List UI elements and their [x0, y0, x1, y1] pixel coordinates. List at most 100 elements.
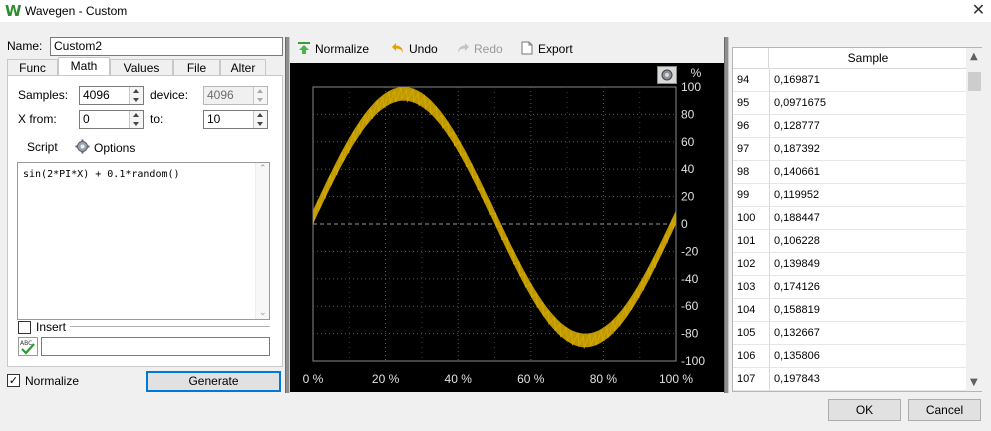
- to-spin-buttons[interactable]: [253, 111, 267, 128]
- xfrom-stepper[interactable]: 0: [79, 110, 144, 129]
- tab-func[interactable]: Func: [7, 59, 58, 76]
- table-row[interactable]: 99 0,119952: [733, 184, 967, 207]
- normalize-checkbox[interactable]: ✓: [7, 374, 20, 387]
- table-row[interactable]: 97 0,187392: [733, 138, 967, 161]
- table-row[interactable]: 101 0,106228: [733, 230, 967, 253]
- normalize-icon: [297, 41, 311, 55]
- table-row[interactable]: 98 0,140661: [733, 161, 967, 184]
- scroll-up-icon[interactable]: ⌃: [259, 164, 267, 174]
- tab-values[interactable]: Values: [110, 59, 173, 76]
- sample-value-cell[interactable]: 0,106228: [769, 230, 967, 253]
- samples-value: 4096: [83, 88, 110, 102]
- samples-spin-buttons[interactable]: [129, 87, 143, 104]
- sample-value-cell[interactable]: 0,119952: [769, 184, 967, 207]
- table-row[interactable]: 104 0,158819: [733, 299, 967, 322]
- samples-table[interactable]: Sample 94 0,169871 95 0,0971675 96 0,128777 97…: [732, 47, 982, 392]
- sample-value-cell[interactable]: 0,187392: [769, 138, 967, 161]
- table-row[interactable]: 103 0,174126: [733, 276, 967, 299]
- table-row[interactable]: 105 0,132667: [733, 322, 967, 345]
- plot-settings-gear-icon[interactable]: [657, 66, 677, 84]
- ok-button[interactable]: OK: [828, 399, 901, 421]
- to-label: to:: [150, 112, 164, 126]
- samples-label: Samples:: [18, 88, 69, 102]
- y-axis-unit-label: %: [691, 66, 702, 80]
- export-icon: [520, 41, 534, 55]
- sample-value-cell[interactable]: 0,169871: [769, 69, 967, 92]
- generate-button[interactable]: Generate: [146, 371, 281, 392]
- gear-icon[interactable]: [75, 139, 90, 154]
- export-tool[interactable]: Export: [520, 41, 573, 59]
- y-tick-label: 100: [681, 80, 701, 94]
- row-divider: [733, 390, 769, 391]
- spellcheck-icon[interactable]: ABC: [18, 337, 38, 356]
- y-tick-label: -20: [681, 244, 699, 258]
- row-index: 99: [737, 189, 750, 201]
- to-value: 10: [207, 112, 221, 126]
- script-tab[interactable]: Script: [27, 139, 58, 155]
- y-tick-label: 0: [681, 217, 688, 231]
- script-editor[interactable]: sin(2*PI*X) + 0.1*random() ⌃ ⌄: [17, 162, 270, 320]
- table-row[interactable]: 100 0,188447: [733, 207, 967, 230]
- xfrom-value: 0: [83, 112, 90, 126]
- sample-value-cell[interactable]: 0,197843: [769, 368, 967, 391]
- row-index: 105: [737, 327, 756, 339]
- table-row[interactable]: 96 0,128777: [733, 115, 967, 138]
- row-header-corner: [733, 48, 769, 69]
- row-index: 97: [737, 143, 750, 155]
- tab-file[interactable]: File: [173, 59, 220, 76]
- table-body: 94 0,169871 95 0,0971675 96 0,128777 97 0,18739…: [733, 69, 967, 391]
- scroll-down-icon[interactable]: ⌄: [259, 308, 267, 318]
- insert-field[interactable]: [41, 337, 270, 356]
- title-bar: W Wavegen - Custom ✕: [0, 0, 991, 22]
- tab-math[interactable]: Math: [58, 57, 110, 76]
- options-tab[interactable]: Options: [94, 140, 135, 156]
- y-tick-label: 60: [681, 135, 695, 149]
- row-index: 104: [737, 304, 756, 316]
- table-row[interactable]: 106 0,135806: [733, 345, 967, 368]
- script-scrollbar[interactable]: ⌃ ⌄: [255, 163, 269, 319]
- scroll-up-icon[interactable]: ▲: [970, 51, 978, 62]
- insert-checkbox[interactable]: [18, 321, 31, 334]
- sample-value-cell[interactable]: 0,139849: [769, 253, 967, 276]
- tab-alter[interactable]: Alter: [220, 59, 266, 76]
- row-index: 107: [737, 373, 756, 385]
- table-row[interactable]: 102 0,139849: [733, 253, 967, 276]
- scroll-down-icon[interactable]: ▼: [970, 377, 978, 388]
- table-row[interactable]: 95 0,0971675: [733, 92, 967, 115]
- wavegen-app-icon: W: [5, 2, 22, 20]
- undo-tool[interactable]: Undo: [391, 41, 438, 59]
- device-spin-buttons: [253, 87, 267, 104]
- row-index: 98: [737, 166, 750, 178]
- right-splitter[interactable]: [724, 37, 729, 393]
- normalize-tool[interactable]: Normalize: [297, 41, 369, 59]
- scrollbar-thumb[interactable]: [968, 72, 981, 91]
- table-row[interactable]: 107 0,197843: [733, 368, 967, 391]
- xfrom-spin-buttons[interactable]: [129, 111, 143, 128]
- table-scrollbar[interactable]: [966, 48, 982, 391]
- sample-value-cell[interactable]: 0,135806: [769, 345, 967, 368]
- table-row[interactable]: 94 0,169871: [733, 69, 967, 92]
- sample-column-header[interactable]: Sample: [769, 48, 967, 69]
- sample-value-cell[interactable]: 0,188447: [769, 207, 967, 230]
- redo-tool-label: Redo: [474, 42, 503, 56]
- sample-value-cell[interactable]: 0,158819: [769, 299, 967, 322]
- sample-value-cell[interactable]: 0,140661: [769, 161, 967, 184]
- sample-value-cell[interactable]: 0,174126: [769, 276, 967, 299]
- sample-value-cell[interactable]: 0,132667: [769, 322, 967, 345]
- cancel-button[interactable]: Cancel: [908, 399, 981, 421]
- sample-value-cell[interactable]: 0,128777: [769, 115, 967, 138]
- samples-stepper[interactable]: 4096: [79, 86, 144, 105]
- sample-value-cell[interactable]: 0,0971675: [769, 92, 967, 115]
- row-index: 106: [737, 350, 756, 362]
- undo-icon: [391, 41, 405, 55]
- waveform-plot[interactable]: 0 % 20 % 40 % 60 % 80 % 100 % 100 80 60 40 20 0 -20 -…: [290, 63, 724, 392]
- name-field[interactable]: Custom2: [50, 37, 283, 56]
- row-index: 103: [737, 281, 756, 293]
- to-stepper[interactable]: 10: [203, 110, 268, 129]
- close-icon[interactable]: ✕: [966, 0, 991, 22]
- row-index: 101: [737, 235, 756, 247]
- redo-tool[interactable]: Redo: [456, 41, 503, 59]
- x-tick-label: 80 %: [590, 372, 618, 386]
- row-index: 102: [737, 258, 756, 270]
- name-label: Name:: [7, 39, 43, 53]
